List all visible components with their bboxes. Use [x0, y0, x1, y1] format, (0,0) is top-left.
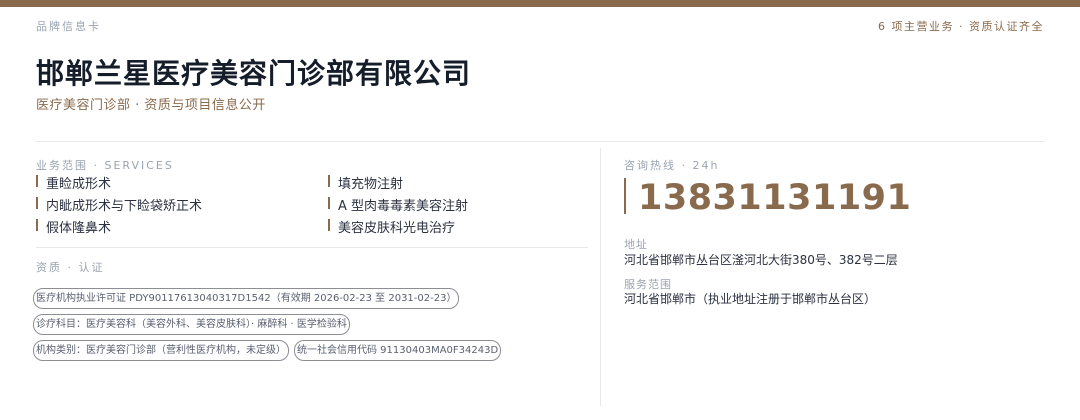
service-item: 重睑成形术 — [36, 173, 111, 192]
company-subtitle: 医疗美容门诊部 · 资质与项目信息公开 — [36, 98, 266, 113]
phone-accent-bar — [624, 178, 626, 214]
services-divider — [36, 247, 588, 248]
top-accent-bar — [0, 0, 1080, 7]
departments-badge: 诊疗科目：医疗美容科（美容外科、美容皮肤科）· 麻醉科 · 医学检验科 — [33, 314, 350, 335]
address-value: 河北省邯郸市丛台区滏河北大街380号、382号二层 — [624, 253, 898, 267]
phone-number[interactable]: 13831131191 — [638, 178, 911, 218]
address-label: 地址 — [624, 238, 648, 251]
header: 品牌信息卡 6 项主营业务 · 资质认证齐全 — [36, 18, 1044, 38]
service-item: A 型肉毒毒素美容注射 — [328, 195, 468, 214]
service-item: 美容皮肤科光电治疗 — [328, 217, 455, 236]
hotline-label: 咨询热线 · 24h — [624, 159, 720, 172]
company-name: 邯郸兰星医疗美容门诊部有限公司 — [36, 57, 472, 90]
brand-tag: 品牌信息卡 — [36, 20, 101, 33]
service-item: 假体隆鼻术 — [36, 217, 111, 236]
header-tagline: 6 项主营业务 · 资质认证齐全 — [878, 20, 1044, 33]
license-badge: 医疗机构执业许可证 PDY90117613040317D1542（有效期 202… — [33, 288, 460, 309]
qualifications-label: 资质 · 认证 — [36, 261, 105, 274]
services-label: 业务范围 · SERVICES — [36, 159, 174, 172]
service-item: 填充物注射 — [328, 173, 403, 192]
service-item: 内眦成形术与下睑袋矫正术 — [36, 195, 202, 214]
header-divider — [36, 141, 1044, 142]
service-area-value: 河北省邯郸市（执业地址注册于邯郸市丛台区） — [624, 292, 877, 306]
column-divider — [600, 148, 601, 406]
institution-type-badge: 机构类别：医疗美容门诊部（营利性医疗机构，未定级） — [33, 340, 289, 361]
credit-code-badge: 统一社会信用代码 91130403MA0F34243D — [294, 340, 502, 361]
